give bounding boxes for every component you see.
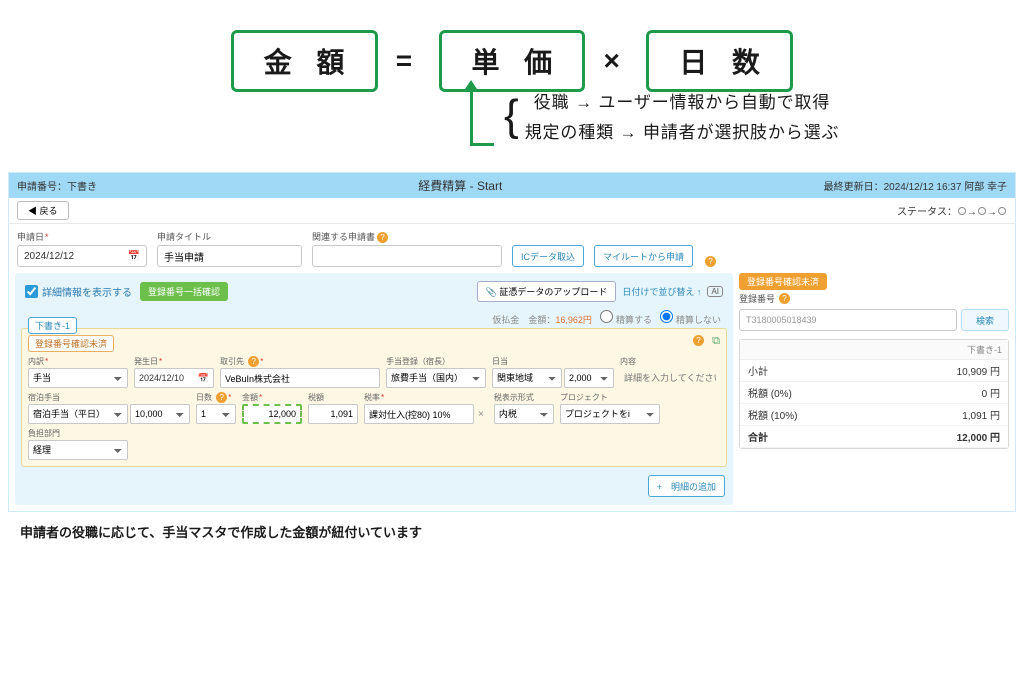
reg-number-label: 登録番号? — [739, 292, 1009, 305]
sort-link[interactable]: 日付けで並び替え ↑ — [622, 285, 701, 298]
ai-icon[interactable]: AI — [707, 286, 723, 297]
stay-label: 宿泊手当 — [28, 392, 190, 403]
date-input[interactable]: 2024/12/12📅 — [17, 245, 147, 267]
breakdown-label: 内訳 — [28, 356, 128, 367]
allowance-label: 手当登録（宿長） — [386, 356, 486, 367]
stay-select[interactable]: 宿泊手当（平日） — [28, 404, 128, 424]
help-icon[interactable]: ? — [377, 232, 388, 243]
add-line-button[interactable]: + 明細の追加 — [648, 475, 725, 497]
perdiem-label: 日当 — [492, 356, 614, 367]
batch-check-button[interactable]: 登録番号一括確認 — [140, 282, 228, 301]
card-tab[interactable]: 下書き-1 — [28, 317, 77, 334]
annotation-line-1: 役職 → ユーザー情報から自動で取得 — [525, 88, 840, 118]
status-indicator: ステータス：→→ — [897, 203, 1007, 218]
settle-yes[interactable]: 精算する — [600, 315, 652, 325]
summary-row: 税額 (0%)0 円 — [740, 382, 1008, 404]
perdiem-amt-select[interactable]: 2,000 — [564, 368, 614, 388]
annotation-line-2: 規定の種類 → 申請者が選択肢から選ぶ — [525, 118, 840, 148]
amount-label: 金額 — [242, 392, 302, 403]
reg-number-input[interactable] — [739, 309, 957, 331]
ic-import-button[interactable]: ICデータ取込 — [512, 245, 584, 267]
footnote-text: 申請者の役職に応じて、手当マスタで作成した金額が紐付いています — [0, 512, 1024, 551]
supplier-label: 取引先 ? — [220, 356, 380, 367]
amount-input[interactable] — [242, 404, 302, 424]
upload-button[interactable]: 📎 証憑データのアップロード — [477, 281, 617, 302]
form-header: 申請日 2024/12/12📅 申請タイトル 関連する申請書? ICデータ取込 … — [9, 224, 1015, 273]
help-icon[interactable]: ? — [693, 335, 704, 346]
annotation-arrow-icon — [470, 86, 494, 146]
content-label: 内容 — [620, 356, 720, 367]
expense-line-card: 下書き-1 登録番号確認未済 ? ⧉ 内訳手当 発生日2024/12/10📅 取… — [21, 328, 727, 467]
calendar-icon[interactable]: 📅 — [128, 251, 140, 262]
formula-days: 日 数 — [646, 30, 793, 92]
summary-total: 合計12,000 円 — [740, 426, 1008, 448]
formula-mul: × — [603, 45, 628, 77]
summary-row: 税額 (10%)1,091 円 — [740, 404, 1008, 426]
formula-unit: 単 価 — [439, 30, 586, 92]
occur-date-input[interactable]: 2024/12/10📅 — [134, 368, 214, 388]
help-icon[interactable]: ? — [705, 256, 716, 267]
days-select[interactable]: 1 — [196, 404, 236, 424]
taxrate-label: 税率 — [364, 392, 488, 403]
clip-icon: 📎 — [486, 287, 497, 297]
taxdisp-label: 税表示形式 — [494, 392, 554, 403]
occur-date-label: 発生日 — [134, 356, 214, 367]
show-detail-toggle[interactable]: 詳細情報を表示する — [25, 284, 132, 299]
search-button[interactable]: 検索 — [961, 309, 1009, 331]
expense-app: 申請番号：下書き 経費精算 - Start 最終更新日：2024/12/12 1… — [8, 172, 1016, 512]
title-input[interactable] — [157, 245, 302, 267]
page-title: 経費精算 - Start — [418, 177, 502, 194]
taxrate-input[interactable] — [364, 404, 474, 424]
formula-diagram: 金 額 = 単 価 × 日 数 { 役職 → ユーザー情報から自動で取得 規定の… — [0, 0, 1024, 158]
summary-row: 小計10,909 円 — [740, 360, 1008, 382]
app-number: 申請番号：下書き — [17, 178, 97, 193]
supplier-input[interactable] — [220, 368, 380, 388]
settle-no[interactable]: 精算しない — [660, 315, 721, 325]
formula-amount: 金 額 — [231, 30, 378, 92]
perdiem-select[interactable]: 関東地域 — [492, 368, 562, 388]
back-button[interactable]: ◀ 戻る — [17, 201, 69, 220]
last-updated: 最終更新日：2024/12/12 16:37 阿部 幸子 — [824, 178, 1007, 193]
tax-label: 税額 — [308, 392, 358, 403]
myroute-button[interactable]: マイルートから申請 — [594, 245, 693, 267]
date-label: 申請日 — [17, 230, 147, 243]
title-label: 申請タイトル — [157, 230, 302, 243]
stay-amt-select[interactable]: 10,000 — [130, 404, 190, 424]
detail-panel: 詳細情報を表示する 登録番号一括確認 📎 証憑データのアップロード 日付けで並び… — [15, 273, 733, 505]
help-icon[interactable]: ? — [248, 356, 259, 367]
days-label: 日数 ? — [196, 392, 236, 403]
dept-select[interactable]: 経理 — [28, 440, 128, 460]
annotation-text: 役職 → ユーザー情報から自動で取得 規定の種類 → 申請者が選択肢から選ぶ — [525, 86, 840, 148]
content-input[interactable] — [620, 368, 720, 388]
clear-icon[interactable]: × — [474, 409, 488, 420]
formula-eq: = — [396, 45, 421, 77]
summary-header: 下書き-1 — [740, 340, 1008, 360]
copy-icon[interactable]: ⧉ — [712, 335, 720, 348]
nav-row: ◀ 戻る ステータス：→→ — [9, 198, 1015, 224]
taxdisp-select[interactable]: 内税 — [494, 404, 554, 424]
help-icon[interactable]: ? — [779, 293, 790, 304]
help-icon[interactable]: ? — [216, 392, 227, 403]
related-label: 関連する申請書? — [312, 230, 502, 243]
brace-icon: { — [504, 86, 519, 148]
project-label: プロジェクト — [560, 392, 660, 403]
project-select[interactable]: プロジェクトをi — [560, 404, 660, 424]
tax-input[interactable] — [308, 404, 358, 424]
calendar-icon[interactable]: 📅 — [198, 373, 209, 384]
unchecked-badge: 登録番号確認未済 — [28, 335, 114, 352]
dept-label: 負担部門 — [28, 428, 128, 439]
allowance-select[interactable]: 旅費手当（国内） — [386, 368, 486, 388]
breakdown-select[interactable]: 手当 — [28, 368, 128, 388]
balance-row: 仮払金 金額：16,962円 精算する 精算しない — [21, 308, 727, 328]
summary-card: 下書き-1 小計10,909 円 税額 (0%)0 円 税額 (10%)1,09… — [739, 339, 1009, 449]
top-bar: 申請番号：下書き 経費精算 - Start 最終更新日：2024/12/12 1… — [9, 173, 1015, 198]
reg-status-badge: 登録番号確認未済 — [739, 273, 827, 290]
related-input[interactable] — [312, 245, 502, 267]
summary-panel: 登録番号確認未済 登録番号? 検索 下書き-1 小計10,909 円 税額 (0… — [739, 273, 1009, 505]
